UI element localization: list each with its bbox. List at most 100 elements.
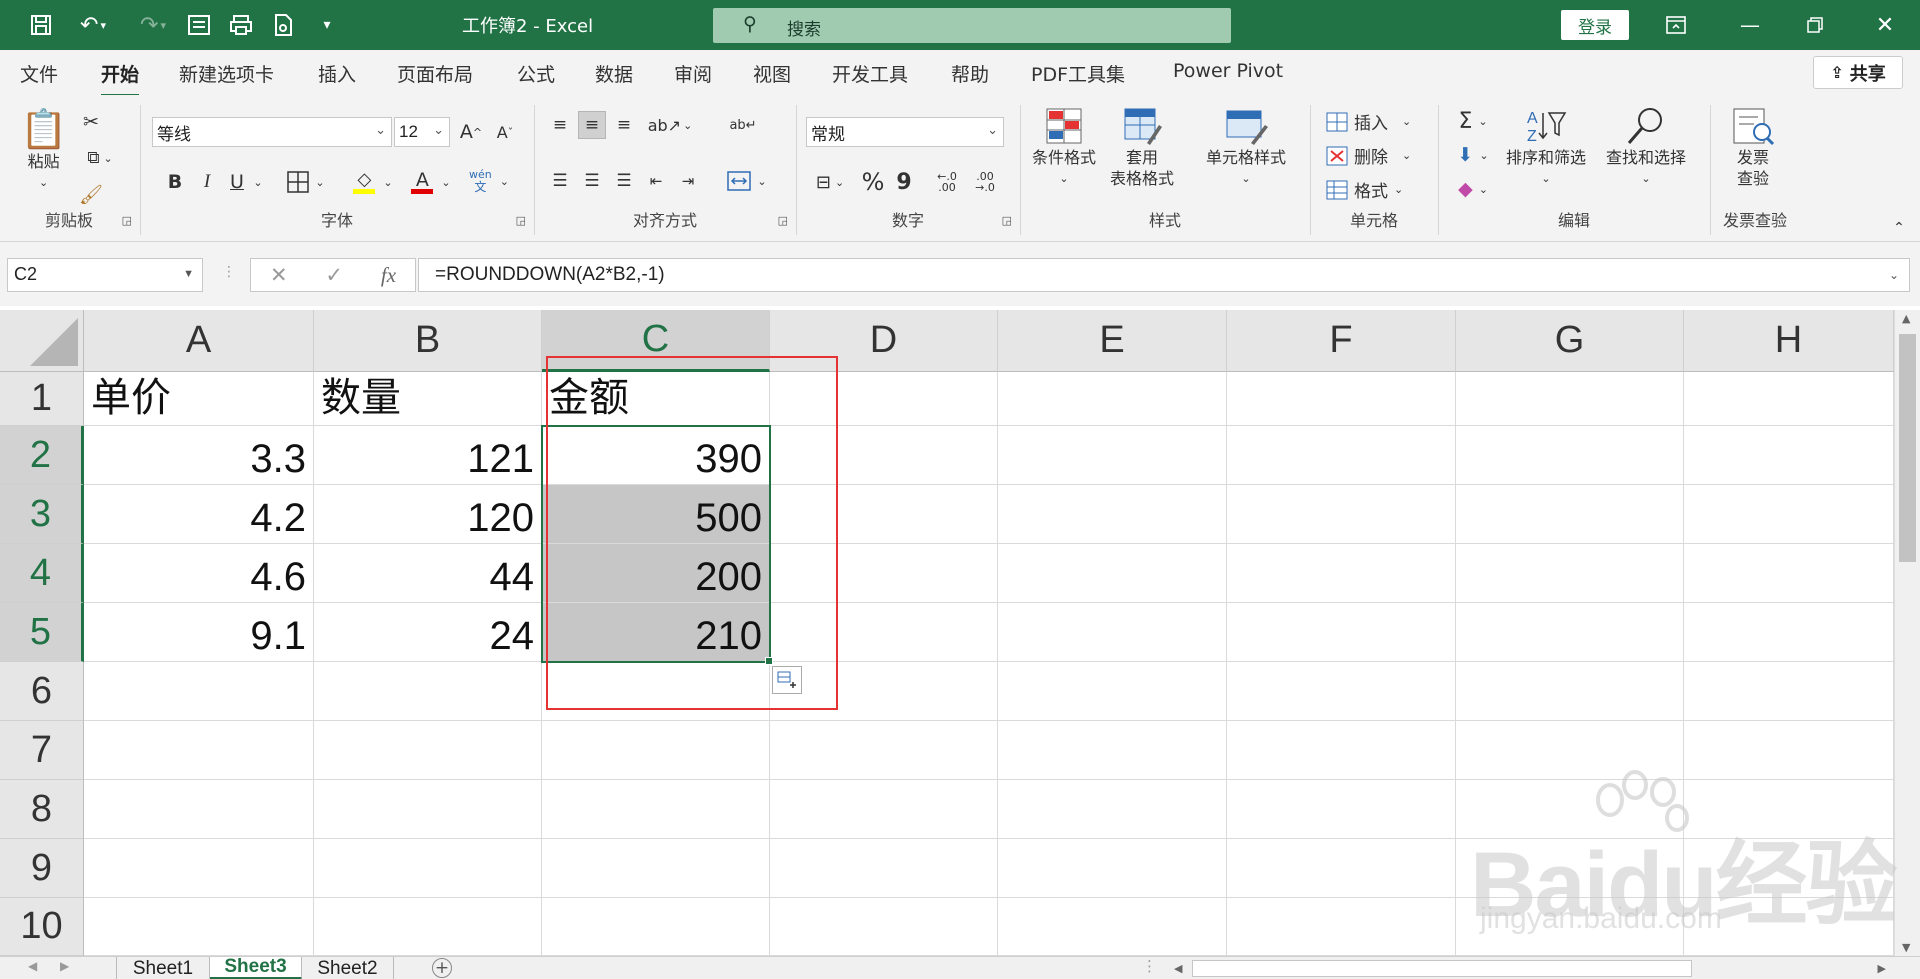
tab-review[interactable]: 审阅 [674, 60, 712, 87]
tab-developer[interactable]: 开发工具 [832, 60, 908, 87]
search-box[interactable]: ⚲ 搜索 [713, 8, 1231, 43]
cell-h1[interactable] [1684, 372, 1894, 426]
customize-qat-icon[interactable]: ▾ [310, 8, 344, 42]
cell-b2[interactable]: 121 [314, 426, 542, 485]
font-color-button[interactable]: A ⌄ [406, 167, 456, 197]
find-select-button[interactable]: 查找和选择 ⌄ [1606, 105, 1686, 189]
cell-b7[interactable] [314, 721, 542, 780]
cell-e6[interactable] [998, 662, 1227, 721]
tab-power-pivot[interactable]: Power Pivot [1173, 60, 1283, 82]
save-icon[interactable] [24, 8, 58, 42]
cell-e2[interactable] [998, 426, 1227, 485]
tab-new-tab[interactable]: 新建选项卡 [179, 60, 274, 87]
cell-e10[interactable] [998, 898, 1227, 956]
restore-icon[interactable] [1788, 6, 1842, 44]
cell-e8[interactable] [998, 780, 1227, 839]
autosum-icon[interactable]: Σ ⌄ [1450, 107, 1496, 135]
format-painter-icon[interactable]: 🖌 [78, 181, 104, 207]
cell-e7[interactable] [998, 721, 1227, 780]
bottom-align-icon[interactable]: ≡ [610, 111, 638, 139]
cell-d9[interactable] [770, 839, 998, 898]
redo-icon[interactable]: ↷ ▾ [128, 8, 178, 42]
accounting-format-icon[interactable]: ⊟ ⌄ [808, 167, 852, 197]
scroll-down-icon[interactable]: ▼ [1902, 941, 1910, 954]
vertical-scrollbar[interactable]: ▲ ▼ [1894, 310, 1920, 956]
cell-f4[interactable] [1227, 544, 1456, 603]
cell-e5[interactable] [998, 603, 1227, 662]
italic-button[interactable]: I [194, 167, 220, 197]
row-header-7[interactable]: 7 [0, 721, 84, 780]
cell-b1[interactable]: 数量 [314, 372, 542, 426]
underline-chevron-icon[interactable]: ⌄ [250, 167, 266, 197]
cell-a3[interactable]: 4.2 [84, 485, 314, 544]
select-all-button[interactable] [0, 310, 84, 372]
minimize-icon[interactable]: — [1723, 6, 1777, 44]
percent-button[interactable]: % [858, 167, 888, 197]
cell-b4[interactable]: 44 [314, 544, 542, 603]
number-format-select[interactable]: 常规 ⌄ [806, 117, 1004, 147]
cell-d4[interactable] [770, 544, 998, 603]
cell-g2[interactable] [1456, 426, 1684, 485]
cell-h3[interactable] [1684, 485, 1894, 544]
delete-cells-button[interactable]: 删除 ⌄ [1326, 143, 1411, 168]
cell-c3[interactable]: 500 [542, 485, 770, 544]
horizontal-scroll-thumb[interactable] [1192, 960, 1692, 977]
cell-g5[interactable] [1456, 603, 1684, 662]
fill-icon[interactable]: ⬇ ⌄ [1450, 141, 1496, 169]
cell-g1[interactable] [1456, 372, 1684, 426]
cell-h8[interactable] [1684, 780, 1894, 839]
cell-d2[interactable] [770, 426, 998, 485]
copy-icon[interactable]: ⧉ ⌄ [78, 145, 122, 171]
paste-button[interactable]: 📋 粘贴 ⌄ [20, 107, 67, 193]
tab-view[interactable]: 视图 [753, 60, 791, 87]
scroll-right-icon[interactable]: ▶ [1878, 962, 1886, 975]
cell-b5[interactable]: 24 [314, 603, 542, 662]
cell-c8[interactable] [542, 780, 770, 839]
cell-b8[interactable] [314, 780, 542, 839]
cell-h5[interactable] [1684, 603, 1894, 662]
font-launcher-icon[interactable]: ◲ [516, 214, 526, 227]
collapse-ribbon-icon[interactable]: ⌃ [1888, 219, 1910, 237]
cell-d3[interactable] [770, 485, 998, 544]
cell-f2[interactable] [1227, 426, 1456, 485]
scroll-left-icon[interactable]: ◀ [1174, 962, 1182, 975]
print-icon[interactable] [266, 8, 300, 42]
cell-f5[interactable] [1227, 603, 1456, 662]
format-as-table-button[interactable]: 套用 表格格式 [1110, 105, 1174, 189]
tab-formulas[interactable]: 公式 [517, 60, 555, 87]
close-icon[interactable]: ✕ [1858, 6, 1912, 44]
fill-color-button[interactable]: ◇ ⌄ [348, 167, 398, 197]
phonetic-button[interactable]: wén 文 ⌄ [464, 163, 514, 199]
orientation-icon[interactable]: ab↗ ⌄ [648, 111, 693, 139]
middle-align-icon[interactable]: ≡ [578, 111, 606, 139]
insert-function-button[interactable]: fx [381, 263, 396, 288]
cell-a7[interactable] [84, 721, 314, 780]
cell-f9[interactable] [1227, 839, 1456, 898]
cell-f3[interactable] [1227, 485, 1456, 544]
column-header-h[interactable]: H [1684, 310, 1894, 372]
cell-d1[interactable] [770, 372, 998, 426]
column-header-d[interactable]: D [770, 310, 998, 372]
cell-a1[interactable]: 单价 [84, 372, 314, 426]
cell-h7[interactable] [1684, 721, 1894, 780]
cell-c1[interactable]: 金额 [542, 372, 770, 426]
fill-handle[interactable] [765, 657, 773, 665]
sheet-splitter-icon[interactable]: ⋮ [1142, 957, 1157, 975]
drag-handle-icon[interactable]: ⋮ [222, 264, 236, 280]
next-sheet-icon[interactable]: ▶ [60, 959, 69, 973]
column-header-c[interactable]: C [542, 310, 770, 372]
cell-a2[interactable]: 3.3 [84, 426, 314, 485]
borders-button[interactable]: ⌄ [282, 167, 330, 197]
cell-a6[interactable] [84, 662, 314, 721]
cell-d7[interactable] [770, 721, 998, 780]
row-header-1[interactable]: 1 [0, 372, 84, 426]
sheet-tab-sheet1[interactable]: Sheet1 [116, 957, 210, 979]
scroll-up-icon[interactable]: ▲ [1902, 312, 1910, 325]
cell-a9[interactable] [84, 839, 314, 898]
cell-f6[interactable] [1227, 662, 1456, 721]
tab-pdf-tools[interactable]: PDF工具集 [1031, 60, 1125, 87]
cell-a5[interactable]: 9.1 [84, 603, 314, 662]
align-left-icon[interactable]: ☰ [546, 167, 574, 195]
align-center-icon[interactable]: ☰ [578, 167, 606, 195]
formula-input[interactable]: =ROUNDDOWN(A2*B2,-1) ⌄ [418, 258, 1910, 292]
